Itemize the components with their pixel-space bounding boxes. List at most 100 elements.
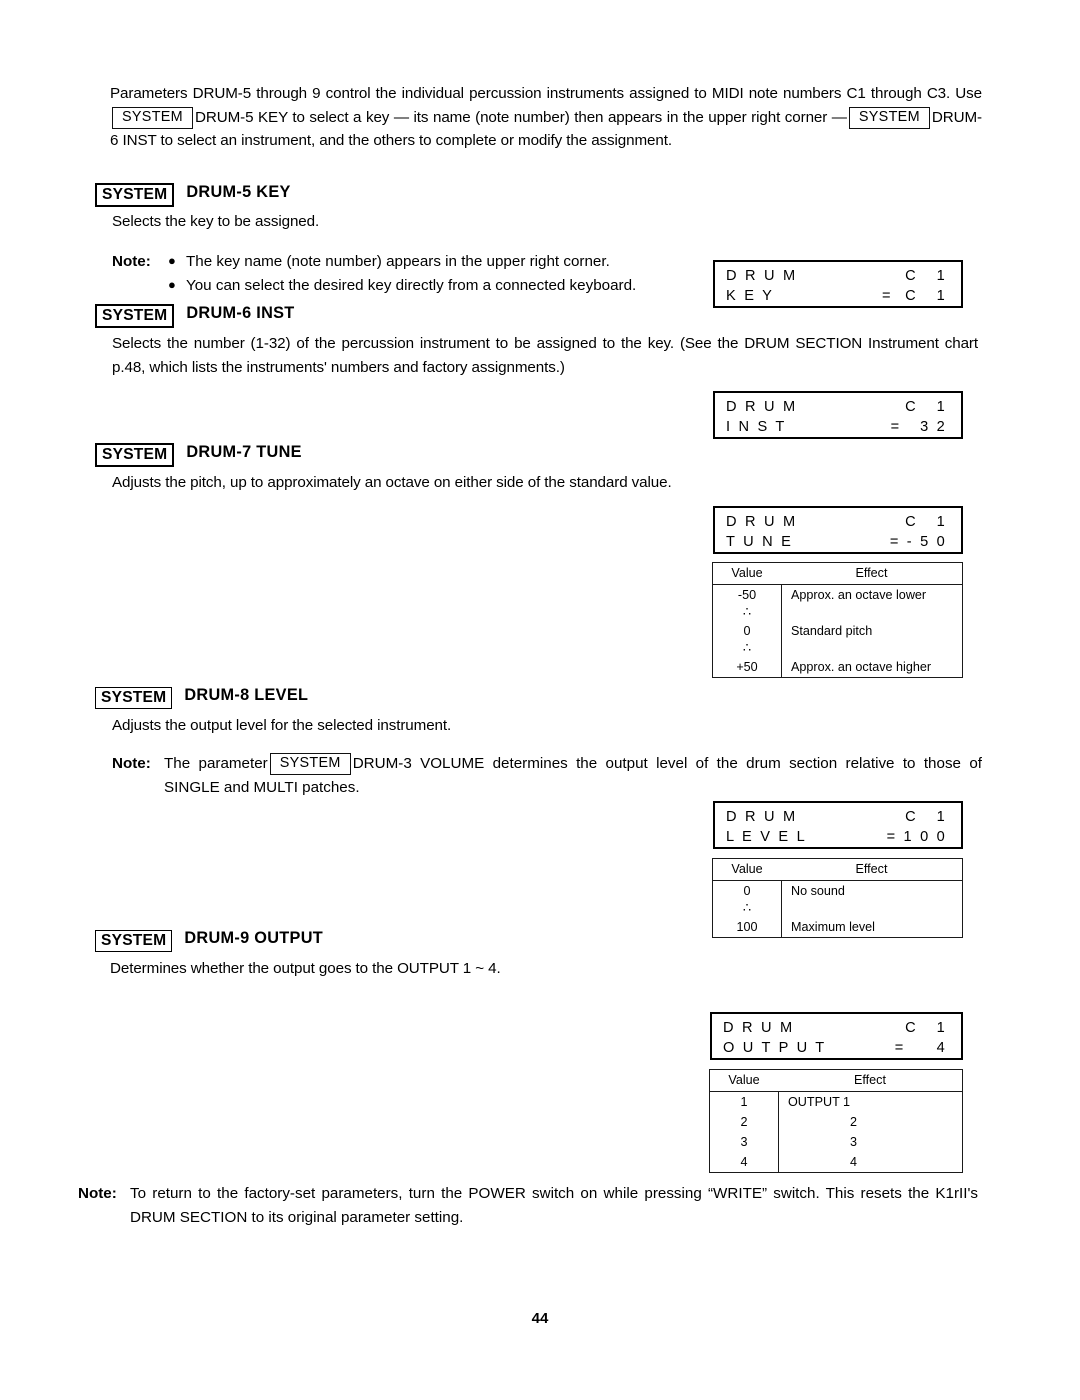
cell-value: 3 bbox=[740, 1135, 748, 1149]
lcd-line: D R U M C 1 bbox=[715, 397, 961, 417]
section-heading-drum-7-tune: SYSTEM DRUM-7 TUNE bbox=[95, 443, 302, 467]
note-bullet-text: You can select the desired key directly … bbox=[186, 276, 637, 294]
cell-value: 2 bbox=[740, 1115, 748, 1129]
table-row: 3 3 bbox=[710, 1132, 962, 1152]
section-heading-drum-9-output: SYSTEM DRUM-9 OUTPUT bbox=[95, 929, 323, 952]
column-header-value: Value bbox=[731, 566, 763, 580]
system-key-icon[interactable]: SYSTEM bbox=[848, 106, 930, 129]
table-row: 100 Maximum level bbox=[713, 917, 962, 937]
cell-effect bbox=[791, 605, 958, 621]
cell-value: 4 bbox=[740, 1155, 748, 1169]
value-effect-table-tune: Value Effect -50 Approx. an octave lower… bbox=[712, 562, 963, 678]
lcd-line2-right: = 1 0 0 bbox=[886, 829, 947, 845]
table-row-continuation: ∴ bbox=[713, 641, 962, 657]
lcd-line1-right: C 1 bbox=[905, 268, 947, 284]
section-body-drum-7-tune: Adjusts the pitch, up to approximately a… bbox=[112, 474, 672, 491]
cell-value: 1 bbox=[740, 1095, 748, 1109]
column-header-effect: Effect bbox=[854, 1073, 886, 1087]
cell-value: ∴ bbox=[742, 640, 752, 655]
lcd-line2-left: L E V E L bbox=[726, 829, 807, 845]
system-key-icon[interactable]: SYSTEM bbox=[112, 106, 193, 129]
table-row: -50 Approx. an octave lower bbox=[713, 585, 962, 605]
cell-value: ∴ bbox=[742, 604, 752, 619]
note-drum-8-level: Note: The parameter SYSTEM DRUM-3 VOLUME d… bbox=[112, 752, 982, 799]
table-row: 4 4 bbox=[710, 1152, 962, 1172]
section-title: DRUM-9 OUTPUT bbox=[184, 929, 323, 947]
cell-effect: 4 bbox=[850, 1155, 858, 1169]
lcd-line2-left: O U T P U T bbox=[723, 1040, 827, 1056]
table-row: 0 No sound bbox=[713, 881, 962, 901]
lcd-line2-left: T U N E bbox=[726, 534, 794, 550]
lcd-display-drum-6-inst: D R U M C 1 I N S T = 3 2 bbox=[713, 391, 963, 439]
page-number: 44 bbox=[531, 1310, 549, 1327]
lcd-line: O U T P U T = 4 bbox=[712, 1038, 961, 1058]
cell-effect: Approx. an octave lower bbox=[791, 588, 927, 602]
value-effect-table-level: Value Effect 0 No sound ∴ 100 Maximum le… bbox=[712, 858, 963, 938]
system-key-icon[interactable]: SYSTEM bbox=[95, 930, 173, 952]
table-body: 0 No sound ∴ 100 Maximum level bbox=[713, 881, 962, 937]
section-body-drum-5-key: Selects the key to be assigned. bbox=[112, 213, 320, 230]
note-drum-5-key: Note: ● The key name (note number) appea… bbox=[112, 250, 702, 297]
lcd-line: K E Y = C 1 bbox=[715, 286, 961, 306]
lcd-line2-right: = 4 bbox=[894, 1040, 947, 1056]
section-heading-drum-6-inst: SYSTEM DRUM-6 INST bbox=[95, 304, 295, 328]
table-row: 2 2 bbox=[710, 1112, 962, 1132]
cell-value: +50 bbox=[736, 660, 758, 674]
table-header-row: Value Effect bbox=[713, 859, 962, 881]
section-heading-drum-5-key: SYSTEM DRUM-5 KEY bbox=[95, 183, 291, 207]
section-title: DRUM-6 INST bbox=[186, 304, 295, 322]
cell-effect bbox=[791, 901, 958, 917]
table-row-continuation: ∴ bbox=[713, 901, 962, 917]
cell-effect bbox=[791, 641, 958, 657]
system-key-icon[interactable]: SYSTEM bbox=[95, 183, 175, 207]
lcd-line2-left: K E Y bbox=[726, 288, 775, 304]
lcd-display-drum-5-key: D R U M C 1 K E Y = C 1 bbox=[713, 260, 963, 308]
bullet-dot-icon: ● bbox=[168, 276, 176, 292]
table-row-continuation: ∴ bbox=[713, 605, 962, 621]
section-heading-drum-8-level: SYSTEM DRUM-8 LEVEL bbox=[95, 686, 308, 709]
lcd-line1-left: D R U M bbox=[726, 399, 798, 415]
table-row: +50 Approx. an octave higher bbox=[713, 657, 962, 677]
lcd-line1-right: C 1 bbox=[905, 809, 947, 825]
section-body-drum-6-inst: Selects the number (1-32) of the percuss… bbox=[112, 335, 978, 376]
final-note-text: To return to the factory-set parameters,… bbox=[130, 1185, 978, 1226]
lcd-line1-left: D R U M bbox=[723, 1020, 795, 1036]
note-text-1: The parameter bbox=[164, 755, 268, 772]
cell-effect: OUTPUT 1 bbox=[788, 1095, 851, 1109]
system-key-icon[interactable]: SYSTEM bbox=[269, 753, 351, 775]
cell-effect: Standard pitch bbox=[791, 624, 873, 638]
system-key-icon[interactable]: SYSTEM bbox=[95, 443, 175, 467]
lcd-line: D R U M C 1 bbox=[712, 1018, 961, 1038]
lcd-line: T U N E = - 5 0 bbox=[715, 532, 961, 552]
cell-effect: No sound bbox=[791, 884, 845, 898]
lcd-line1-right: C 1 bbox=[905, 399, 947, 415]
table-header-row: Value Effect bbox=[710, 1070, 962, 1092]
section-title: DRUM-5 KEY bbox=[186, 183, 291, 201]
table-body: -50 Approx. an octave lower ∴ 0 Standard… bbox=[713, 585, 962, 677]
section-body-drum-9-output: Determines whether the output goes to th… bbox=[110, 960, 501, 977]
intro-paragraph: Parameters DRUM-5 through 9 control the … bbox=[110, 82, 982, 153]
section-title: DRUM-7 TUNE bbox=[186, 443, 302, 461]
final-note: Note: To return to the factory-set param… bbox=[78, 1182, 978, 1229]
column-header-effect: Effect bbox=[855, 862, 888, 876]
column-header-effect: Effect bbox=[855, 566, 888, 580]
section-body-drum-8-level: Adjusts the output level for the selecte… bbox=[112, 717, 452, 734]
cell-value: ∴ bbox=[742, 900, 752, 915]
note-label: Note: bbox=[112, 755, 151, 772]
lcd-display-drum-7-tune: D R U M C 1 T U N E = - 5 0 bbox=[713, 506, 963, 554]
cell-effect: 3 bbox=[850, 1135, 858, 1149]
note-bullet-text: The key name (note number) appears in th… bbox=[186, 253, 610, 270]
lcd-line2-right: = - 5 0 bbox=[889, 534, 947, 550]
lcd-display-drum-8-level: D R U M C 1 L E V E L = 1 0 0 bbox=[713, 801, 963, 849]
lcd-line: D R U M C 1 bbox=[715, 807, 961, 827]
lcd-line1-left: D R U M bbox=[726, 809, 798, 825]
lcd-line2-right: = 3 2 bbox=[890, 419, 947, 435]
cell-value: 0 bbox=[743, 884, 751, 898]
lcd-line1-left: D R U M bbox=[726, 268, 798, 284]
lcd-line2-left: I N S T bbox=[726, 419, 787, 435]
cell-effect: Maximum level bbox=[791, 920, 875, 934]
system-key-icon[interactable]: SYSTEM bbox=[95, 687, 173, 709]
lcd-line: D R U M C 1 bbox=[715, 512, 961, 532]
cell-value: -50 bbox=[737, 588, 757, 602]
system-key-icon[interactable]: SYSTEM bbox=[95, 304, 175, 328]
